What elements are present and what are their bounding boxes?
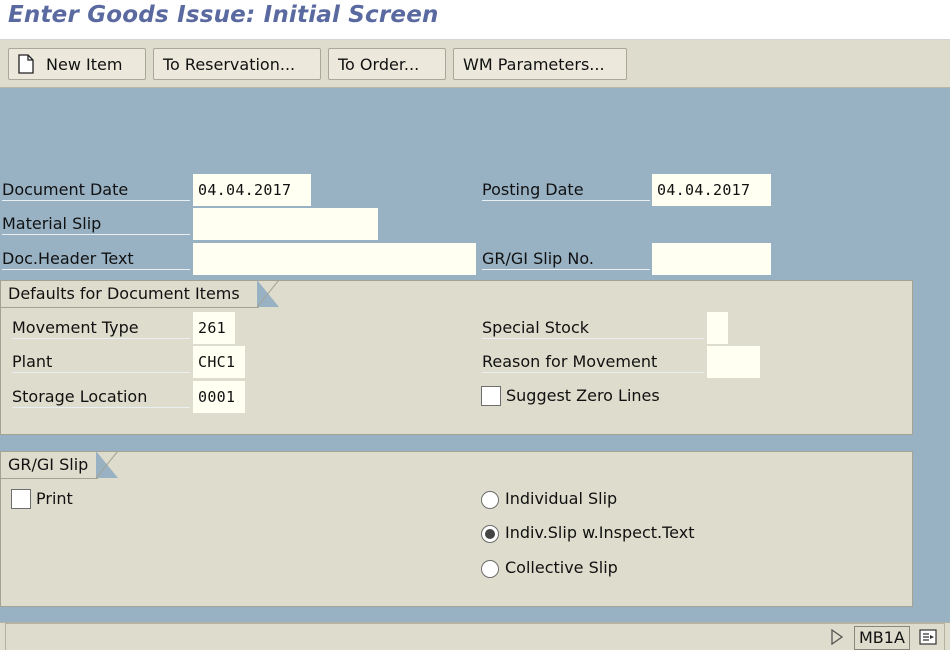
plant-label: Plant <box>12 352 190 373</box>
grgi-slip-group-title: GR/GI Slip <box>0 451 118 479</box>
grgi-slip-no-label: GR/GI Slip No. <box>482 249 650 270</box>
storage-location-label: Storage Location <box>12 387 190 408</box>
page-title: Enter Goods Issue: Initial Screen <box>8 2 439 28</box>
individual-slip-label: Individual Slip <box>505 489 618 508</box>
new-document-icon <box>18 54 34 74</box>
to-reservation-button[interactable]: To Reservation... <box>153 48 321 80</box>
document-date-field[interactable]: 04.04.2017 <box>193 174 311 206</box>
grgi-slip-group: GR/GI Slip <box>0 451 913 607</box>
transaction-code: MB1A <box>859 628 905 647</box>
movement-type-field[interactable]: 261 <box>193 312 235 344</box>
new-item-button[interactable]: New Item <box>8 48 146 80</box>
defaults-group-title-text: Defaults for Document Items <box>8 284 240 303</box>
special-stock-label: Special Stock <box>482 318 704 339</box>
material-slip-field[interactable] <box>193 208 378 240</box>
expand-status-icon[interactable] <box>830 629 844 645</box>
status-message-area <box>5 623 945 650</box>
suggest-zero-lines-label: Suggest Zero Lines <box>506 386 660 405</box>
new-item-label: New Item <box>46 54 123 74</box>
system-info-icon[interactable] <box>919 629 937 645</box>
defaults-group-title: Defaults for Document Items <box>0 280 279 308</box>
special-stock-field[interactable] <box>707 312 728 344</box>
group-tab-slant <box>257 280 279 308</box>
material-slip-label: Material Slip <box>2 214 190 235</box>
reason-for-movement-label: Reason for Movement <box>482 352 704 373</box>
print-label: Print <box>36 489 73 508</box>
status-bar: MB1A <box>0 622 950 650</box>
doc-header-text-label: Doc.Header Text <box>2 249 190 270</box>
wm-parameters-button[interactable]: WM Parameters... <box>453 48 627 80</box>
individual-slip-radio[interactable] <box>481 491 499 509</box>
reason-for-movement-field[interactable] <box>707 346 760 378</box>
grgi-slip-no-field[interactable] <box>652 243 771 275</box>
grgi-slip-group-title-text: GR/GI Slip <box>8 455 89 474</box>
application-toolbar: New Item To Reservation... To Order... W… <box>0 40 950 88</box>
indiv-slip-inspect-text-radio[interactable] <box>481 525 499 543</box>
to-reservation-label: To Reservation... <box>163 54 296 74</box>
wm-parameters-label: WM Parameters... <box>463 54 605 74</box>
print-checkbox[interactable] <box>11 489 31 509</box>
to-order-label: To Order... <box>338 54 420 74</box>
suggest-zero-lines-checkbox[interactable] <box>481 386 501 406</box>
plant-field[interactable]: CHC1 <box>193 346 245 378</box>
storage-location-field[interactable]: 0001 <box>193 381 245 413</box>
title-bar: Enter Goods Issue: Initial Screen <box>0 0 950 40</box>
movement-type-label: Movement Type <box>12 318 190 339</box>
doc-header-text-field[interactable] <box>193 243 476 275</box>
to-order-button[interactable]: To Order... <box>328 48 446 80</box>
group-tab-slant <box>96 451 118 479</box>
posting-date-label: Posting Date <box>482 180 650 201</box>
collective-slip-radio[interactable] <box>481 560 499 578</box>
indiv-slip-inspect-text-label: Indiv.Slip w.Inspect.Text <box>505 523 695 542</box>
transaction-code-box[interactable]: MB1A <box>854 626 910 650</box>
collective-slip-label: Collective Slip <box>505 558 618 577</box>
document-date-label: Document Date <box>2 180 190 201</box>
posting-date-field[interactable]: 04.04.2017 <box>652 174 771 206</box>
